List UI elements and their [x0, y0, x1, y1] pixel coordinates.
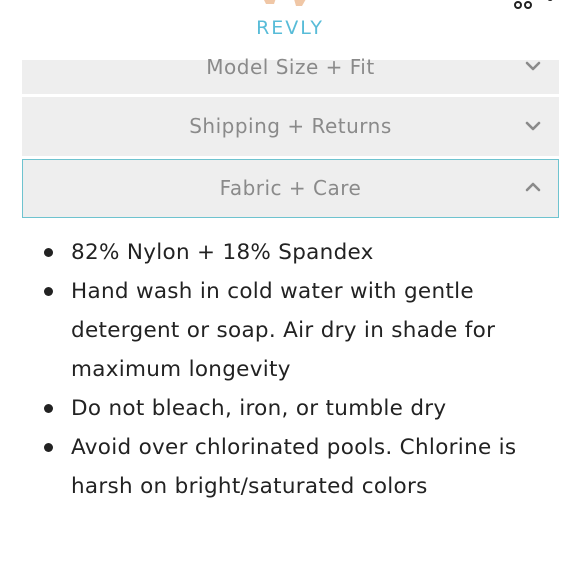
accordion-model-size-fit[interactable]: Model Size + Fit — [22, 55, 559, 94]
bullet-icon — [44, 287, 53, 296]
list-item: Hand wash in cold water with gentle dete… — [42, 272, 552, 389]
chevron-up-icon — [525, 182, 541, 192]
brand-logo[interactable]: REVLY — [0, 17, 580, 39]
list-item-text: Hand wash in cold water with gentle dete… — [71, 279, 496, 382]
cart-count-badge: 0 — [546, 0, 554, 5]
accordion-label: Fabric + Care — [219, 176, 362, 200]
list-item-text: Do not bleach, iron, or tumble dry — [71, 396, 447, 421]
list-item-text: Avoid over chlorinated pools. Chlorine i… — [71, 435, 517, 499]
product-details-page: REVLY 0 Model Size + Fit Shipping + Retu… — [0, 0, 580, 580]
bullet-icon — [44, 443, 53, 452]
chevron-down-icon — [525, 121, 541, 131]
list-item: Avoid over chlorinated pools. Chlorine i… — [42, 428, 552, 506]
accordion-shipping-returns[interactable]: Shipping + Returns — [22, 97, 559, 156]
top-header: REVLY 0 — [0, 0, 580, 58]
fabric-care-list: 82% Nylon + 18% Spandex Hand wash in col… — [42, 233, 552, 506]
list-item: 82% Nylon + 18% Spandex — [42, 233, 552, 272]
cart-icon[interactable] — [510, 0, 536, 10]
accordion-label: Model Size + Fit — [206, 55, 375, 79]
menu-icon[interactable] — [26, 0, 52, 6]
bullet-icon — [44, 404, 53, 413]
list-item: Do not bleach, iron, or tumble dry — [42, 389, 552, 428]
logo-mark-icon — [264, 0, 306, 6]
accordion-fabric-care[interactable]: Fabric + Care — [22, 159, 559, 218]
accordion-label: Shipping + Returns — [189, 114, 392, 138]
chevron-down-icon — [525, 61, 541, 71]
bullet-icon — [44, 248, 53, 257]
list-item-text: 82% Nylon + 18% Spandex — [71, 240, 374, 265]
